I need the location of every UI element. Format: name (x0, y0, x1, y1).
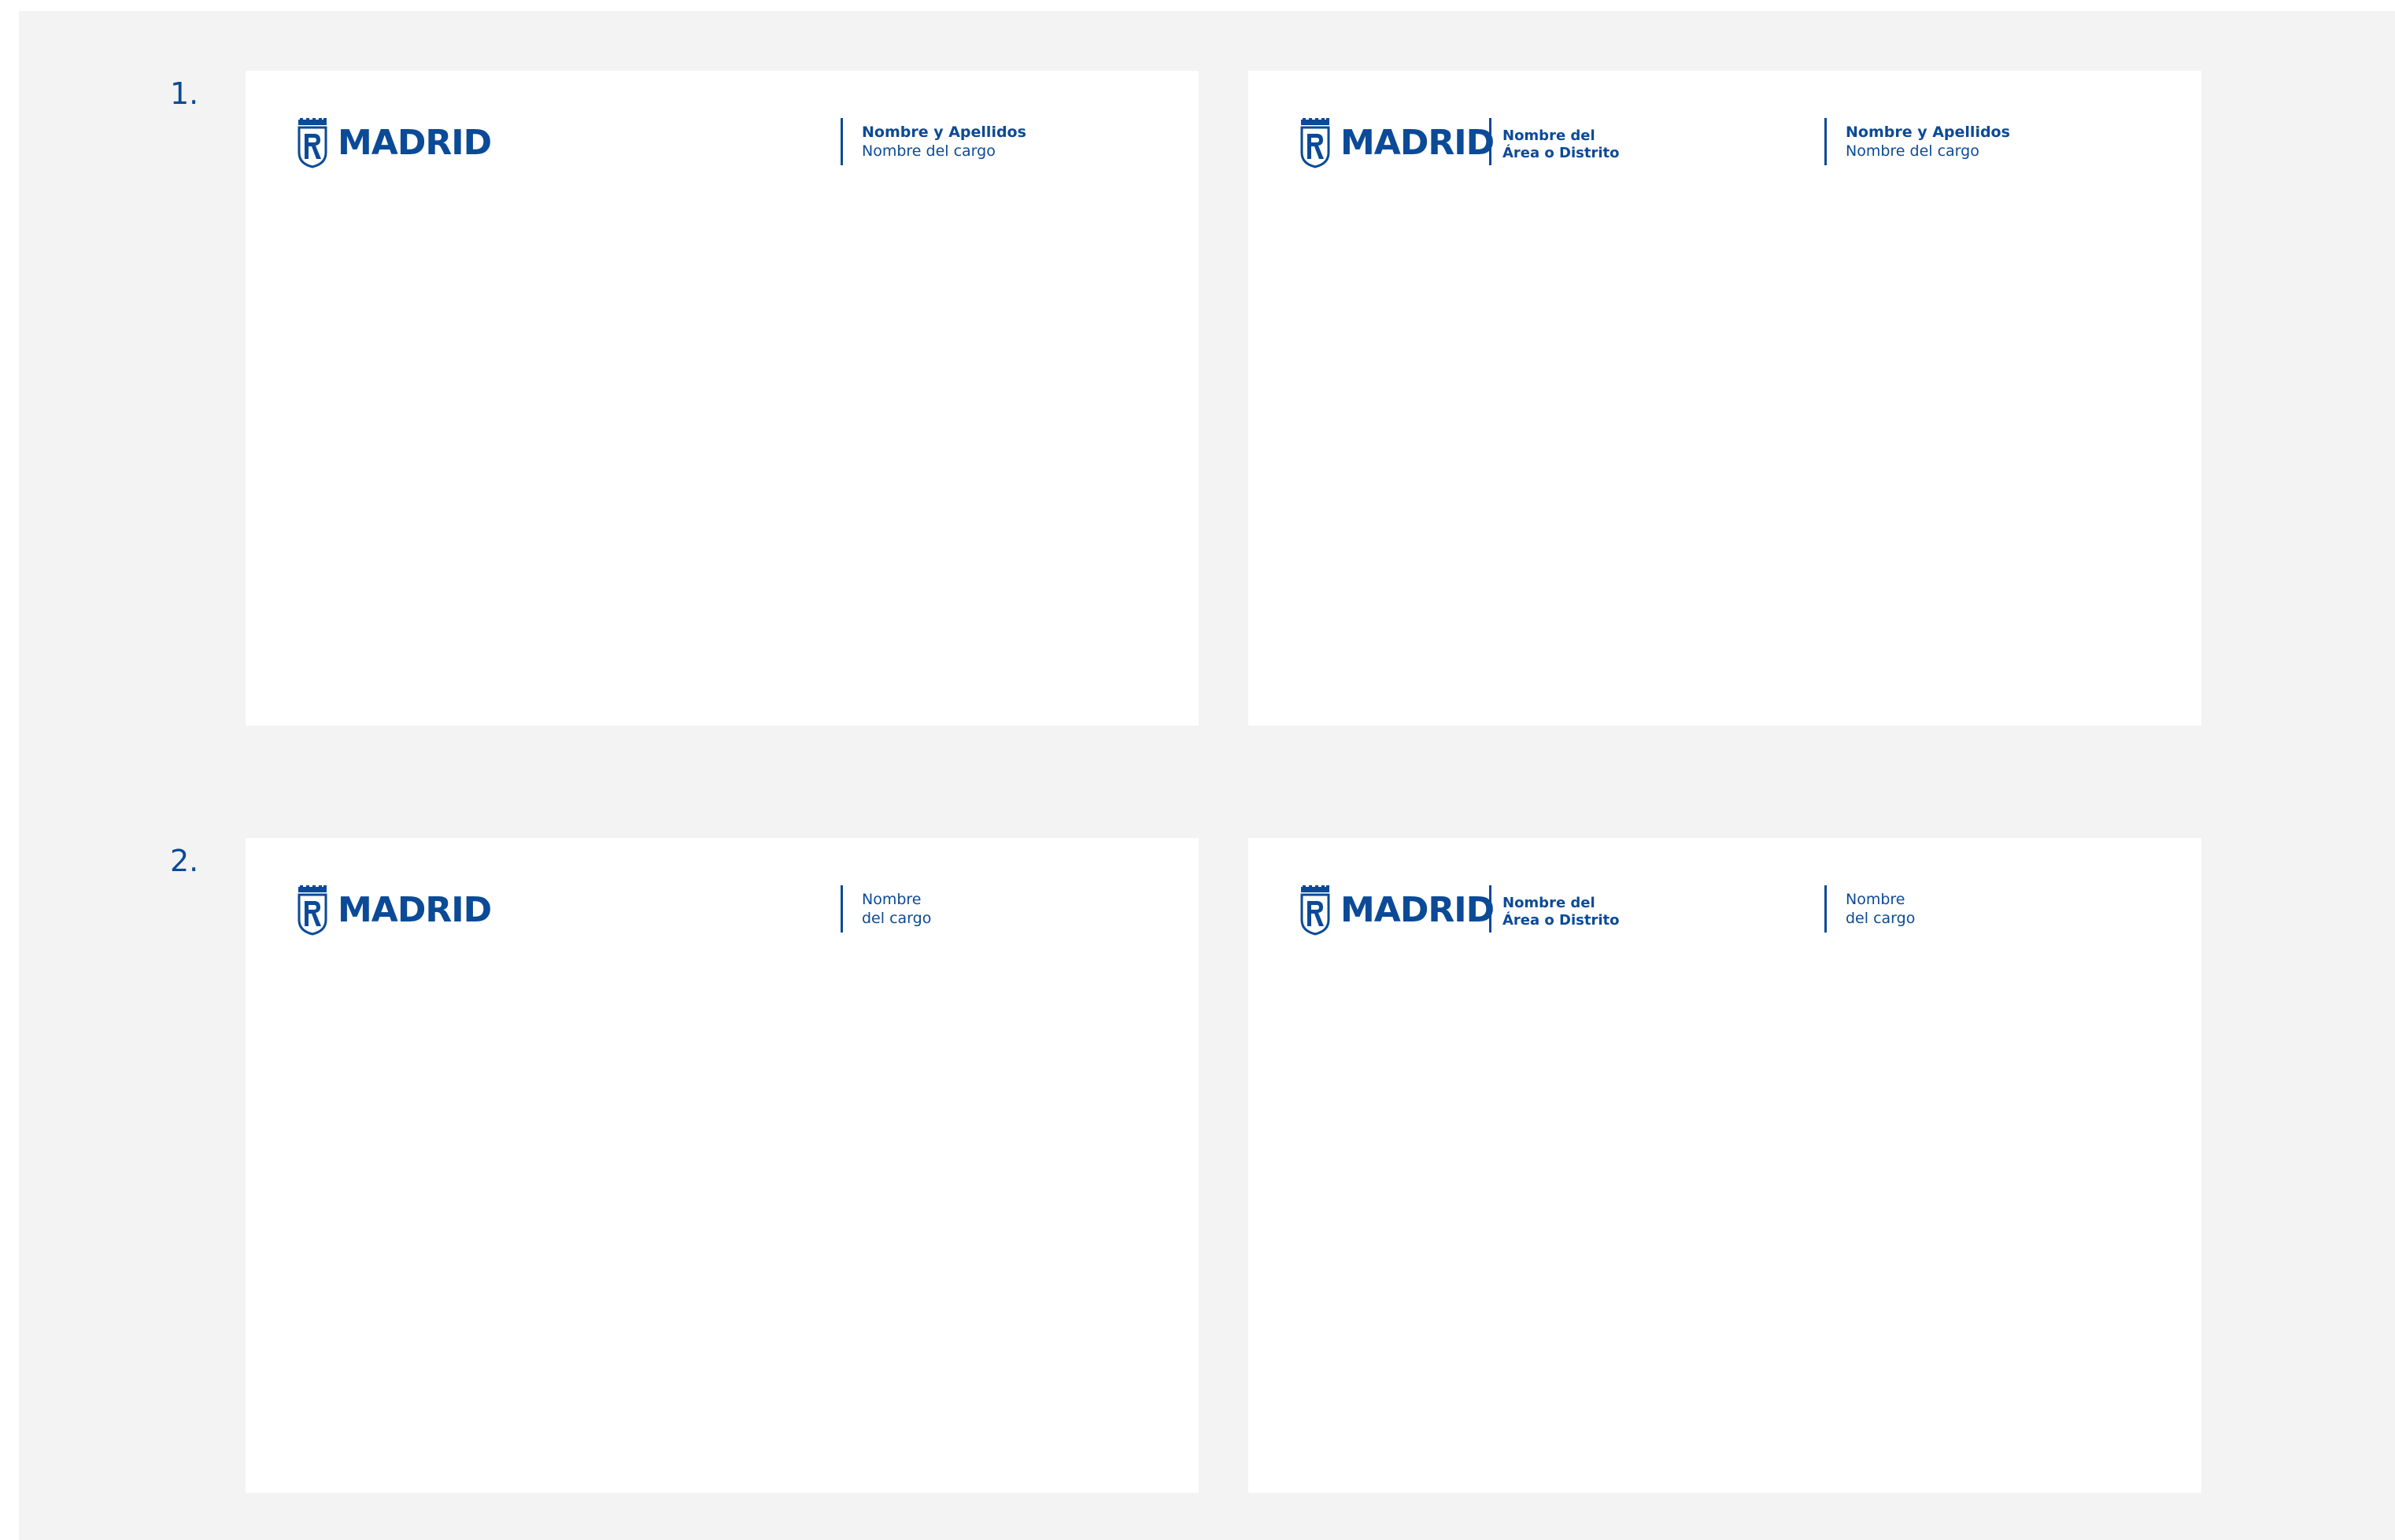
position-line-1: Nombre (1846, 891, 1905, 908)
letterhead-card: MADRID Nombre del Área o Distrito Nombre… (1248, 838, 2201, 1493)
position-line-2: del cargo (862, 910, 932, 927)
area-name-line-2: Área o Distrito (1502, 912, 1620, 929)
madrid-logo: MADRID (1299, 118, 1495, 168)
madrid-shield-emblem-icon (297, 118, 328, 168)
madrid-shield-emblem-icon (1299, 885, 1331, 936)
madrid-logo: MADRID (297, 885, 492, 936)
madrid-logo: MADRID (297, 118, 492, 168)
madrid-wordmark: MADRID (338, 123, 492, 163)
letterhead-card: MADRID Nombre del Área o Distrito Nombre… (1248, 71, 2201, 726)
position-title: Nombre del cargo (1846, 142, 1979, 160)
position-line-2: del cargo (1846, 910, 1916, 927)
madrid-wordmark: MADRID (1340, 890, 1495, 930)
area-block: Nombre del Área o Distrito (1489, 885, 1620, 932)
signatory-block: Nombre y Apellidos Nombre del cargo (1824, 118, 2010, 165)
row-number: 2. (170, 844, 199, 878)
signatory-block: Nombre y Apellidos Nombre del cargo (841, 118, 1026, 165)
letterhead-card: MADRID Nombre y Apellidos Nombre del car… (246, 71, 1199, 726)
row-number: 1. (170, 76, 199, 111)
letterhead-card: MADRID Nombre del cargo (246, 838, 1199, 1493)
area-block: Nombre del Área o Distrito (1489, 118, 1620, 165)
person-name: Nombre y Apellidos (862, 124, 1026, 141)
area-name-line-2: Área o Distrito (1502, 145, 1620, 161)
madrid-shield-emblem-icon (297, 885, 328, 936)
area-name-line-1: Nombre del (1502, 895, 1595, 911)
position-line-1: Nombre (862, 891, 922, 908)
madrid-wordmark: MADRID (338, 890, 492, 930)
position-block: Nombre del cargo (1824, 885, 1915, 932)
position-title: Nombre del cargo (862, 142, 996, 160)
position-block: Nombre del cargo (841, 885, 931, 932)
madrid-logo: MADRID (1299, 885, 1495, 936)
madrid-shield-emblem-icon (1299, 118, 1331, 168)
madrid-wordmark: MADRID (1340, 123, 1495, 163)
area-name-line-1: Nombre del (1502, 127, 1595, 144)
artboard: 1. MADRID Nombre y Apellidos Nombre del … (19, 11, 2395, 1540)
person-name: Nombre y Apellidos (1846, 124, 2010, 141)
